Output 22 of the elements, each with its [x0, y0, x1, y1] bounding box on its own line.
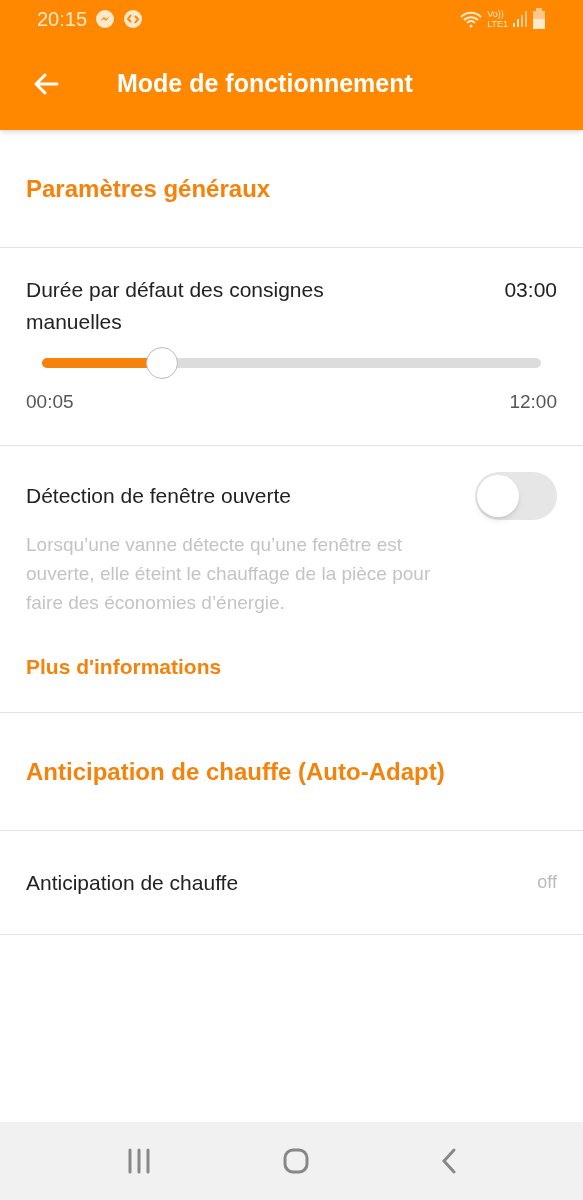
setting-label: Anticipation de chauffe [26, 869, 239, 896]
messenger-icon [95, 8, 116, 29]
shazam-icon [123, 8, 144, 29]
toggle-switch[interactable] [475, 471, 557, 520]
setting-label: Détection de fenêtre ouverte [26, 482, 291, 509]
battery-icon [532, 7, 546, 30]
more-info-link[interactable]: Plus d'informations [26, 650, 557, 682]
setting-description: Lorsqu’une vanne détecte qu’une fenêtre est ouverte, elle éteint le chauffage de la pièce pour faire des économies d’énergie. [26, 532, 432, 615]
setting-label: Durée par défaut des consignes manuelles [26, 277, 325, 335]
network-label: Vo)) LTE1 [487, 8, 508, 29]
slider-thumb[interactable] [145, 347, 178, 379]
back-nav-icon[interactable] [441, 1148, 458, 1174]
section-header: Anticipation de chauffe (Auto-Adapt) [26, 756, 445, 787]
section-header: Paramètres généraux [26, 173, 271, 204]
screen-title: Mode de fonctionnement [117, 67, 413, 99]
home-icon[interactable] [283, 1148, 310, 1174]
setting-value: 03:00 [504, 277, 557, 303]
signal-icon [512, 9, 528, 28]
status-time: 20:15 [37, 6, 88, 32]
slider-max-label: 12:00 [509, 390, 557, 414]
setting-value: off [537, 871, 557, 894]
slider-min-label: 00:05 [26, 390, 74, 414]
